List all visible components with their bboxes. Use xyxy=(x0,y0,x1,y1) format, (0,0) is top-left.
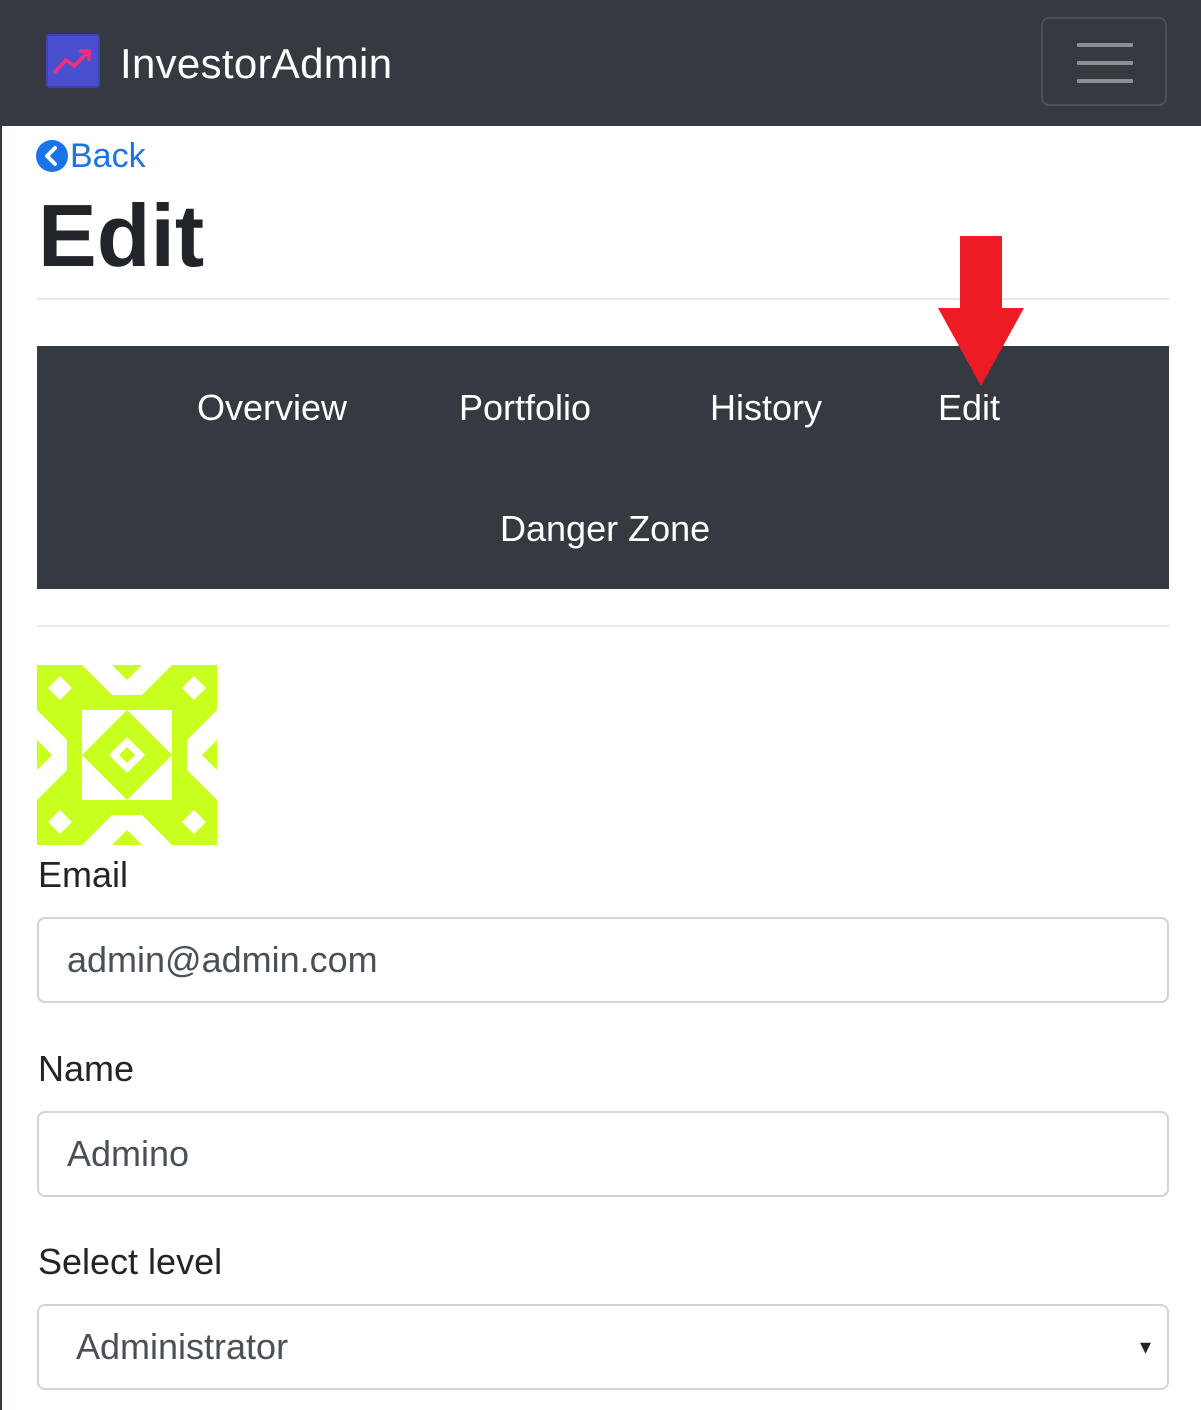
hamburger-menu-icon-bar xyxy=(1077,79,1133,83)
trending-up-icon[interactable] xyxy=(46,34,100,88)
level-select-value: Administrator xyxy=(76,1326,289,1367)
tab-danger-zone[interactable]: Danger Zone xyxy=(500,507,710,551)
tab-history[interactable]: History xyxy=(710,386,822,430)
back-label: Back xyxy=(70,136,146,175)
level-select[interactable]: Administrator ▾ xyxy=(37,1304,1169,1390)
email-field[interactable]: admin@admin.com xyxy=(37,917,1169,1003)
tab-overview[interactable]: Overview xyxy=(197,386,347,430)
name-field[interactable]: Admino xyxy=(37,1111,1169,1197)
hamburger-menu-icon xyxy=(1077,43,1133,47)
red-down-arrow-icon xyxy=(938,236,1024,393)
navbar-toggler-button[interactable] xyxy=(1041,17,1167,106)
chevron-down-icon: ▾ xyxy=(1139,1334,1151,1359)
hamburger-menu-icon-bar xyxy=(1077,61,1133,65)
level-label: Select level xyxy=(38,1241,223,1282)
email-label: Email xyxy=(38,854,129,895)
chevron-left-circle-icon xyxy=(36,140,68,172)
page-title: Edit xyxy=(38,186,205,285)
tab-portfolio[interactable]: Portfolio xyxy=(459,386,591,430)
brand-name[interactable]: InvestorAdmin xyxy=(120,38,392,90)
navbar: InvestorAdmin xyxy=(2,0,1201,126)
back-link[interactable]: Back xyxy=(36,136,146,176)
divider xyxy=(37,625,1169,627)
name-label: Name xyxy=(38,1048,135,1089)
identicon-avatar xyxy=(37,665,217,845)
